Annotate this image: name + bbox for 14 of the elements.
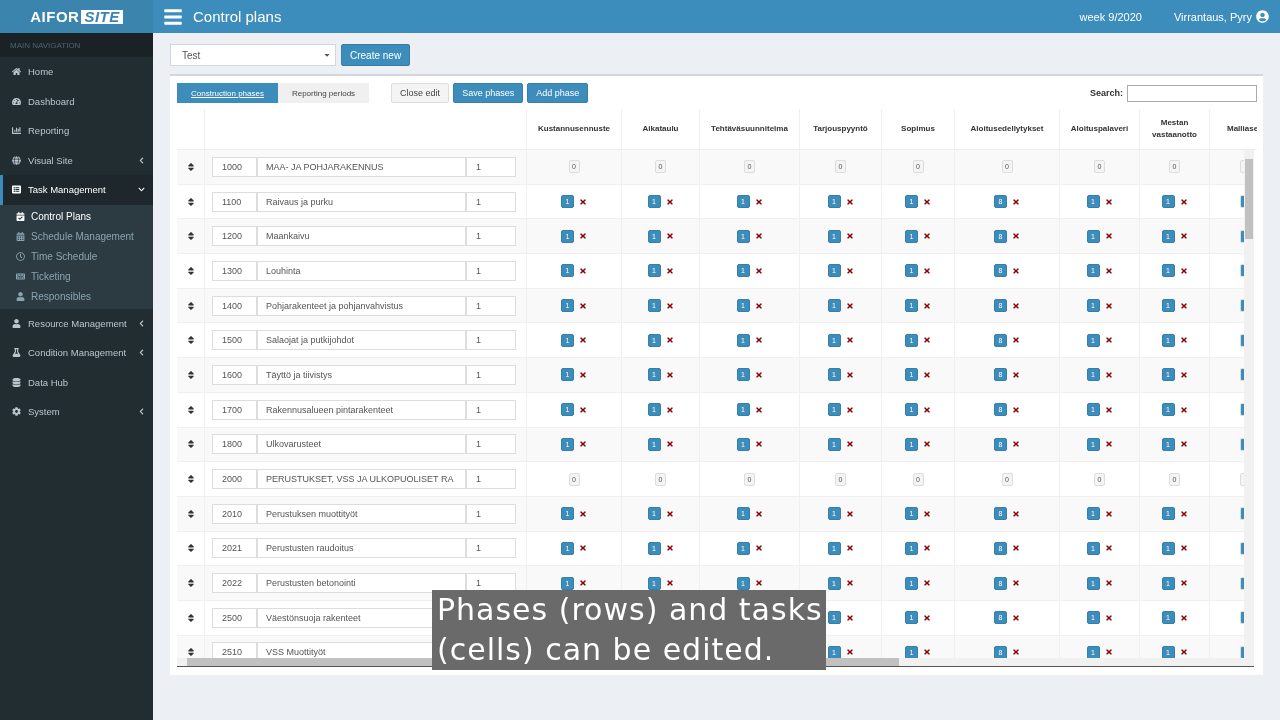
- column-header: Malliase: [1227, 123, 1257, 135]
- column-header: Aikataulu: [642, 123, 679, 135]
- column-header: Tehtäväsuunnitelma: [711, 123, 788, 135]
- caption-toast: Phases (rows) and tasks (cells) can be edited.: [432, 590, 826, 670]
- column-header: Tarjouspyyntö: [813, 123, 868, 135]
- week-label: week 9/2020: [1079, 10, 1142, 23]
- page-title: Control plans: [193, 8, 283, 25]
- column-header: Kustannusennuste: [538, 123, 610, 135]
- column-header: Sopimus: [901, 123, 935, 135]
- column-header: Aloituspalaveri: [1070, 123, 1129, 135]
- search-label: Search:: [1089, 88, 1123, 98]
- sidebar-heading: MAIN NAVIGATION: [0, 33, 153, 57]
- column-header: Aloitusedellytykset: [970, 123, 1044, 135]
- column-header: Mestan vastaanotto: [1151, 117, 1198, 141]
